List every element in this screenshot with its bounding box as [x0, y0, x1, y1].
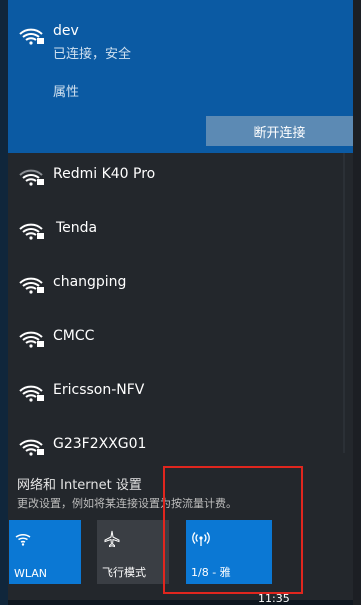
network-settings-link[interactable]: 网络和 Internet 设置	[17, 474, 142, 493]
wlan-toggle-tile[interactable]: WLAN	[9, 520, 81, 584]
disconnect-button[interactable]: 断开连接	[206, 116, 353, 146]
connected-network-status: 已连接，安全	[53, 47, 132, 62]
wifi-secured-icon	[18, 166, 46, 188]
wifi-secured-icon	[18, 382, 46, 404]
tile-label: WLAN	[14, 567, 48, 580]
wifi-icon	[15, 530, 33, 548]
window-edge	[0, 0, 8, 605]
network-name: Ericsson-NFV	[53, 382, 145, 398]
network-item[interactable]: Redmi K40 Pro	[8, 153, 353, 199]
taskbar	[8, 600, 353, 605]
connected-network-name: dev	[53, 23, 79, 39]
wifi-secured-icon	[18, 328, 46, 350]
network-name: CMCC	[53, 328, 95, 344]
properties-link[interactable]: 属性	[53, 81, 79, 100]
network-flyout: dev 已连接，安全 属性 断开连接 Redmi K40 Pro Tenda c…	[8, 0, 353, 600]
network-item[interactable]: changping	[8, 261, 353, 307]
airplane-icon	[103, 530, 121, 548]
network-name: changping	[53, 274, 127, 290]
network-item[interactable]: CMCC	[8, 315, 353, 361]
network-name: G23F2XXG01	[53, 436, 147, 452]
wifi-secured-icon	[18, 436, 46, 458]
wifi-secured-icon	[18, 25, 46, 47]
scrollbar[interactable]	[343, 153, 345, 453]
network-settings-description: 更改设置，例如将某连接设置为按流量计费。	[17, 497, 237, 510]
wifi-secured-icon	[18, 220, 46, 242]
network-name: Redmi K40 Pro	[53, 166, 156, 182]
tile-label: 1/8 - 雅	[191, 566, 231, 579]
mobile-hotspot-tile[interactable]: 1/8 - 雅	[186, 520, 272, 584]
taskbar-clock[interactable]: 11:35	[258, 592, 290, 605]
network-item[interactable]: Ericsson-NFV	[8, 369, 353, 415]
wifi-secured-icon	[18, 274, 46, 296]
airplane-mode-tile[interactable]: 飞行模式	[97, 520, 169, 584]
connected-network[interactable]: dev 已连接，安全 属性 断开连接	[8, 0, 353, 153]
mobile-hotspot-icon	[192, 530, 210, 548]
network-item[interactable]: G23F2XXG01	[8, 423, 353, 469]
network-item[interactable]: Tenda	[8, 207, 353, 253]
tile-label: 飞行模式	[102, 566, 146, 579]
network-name: Tenda	[56, 220, 98, 236]
